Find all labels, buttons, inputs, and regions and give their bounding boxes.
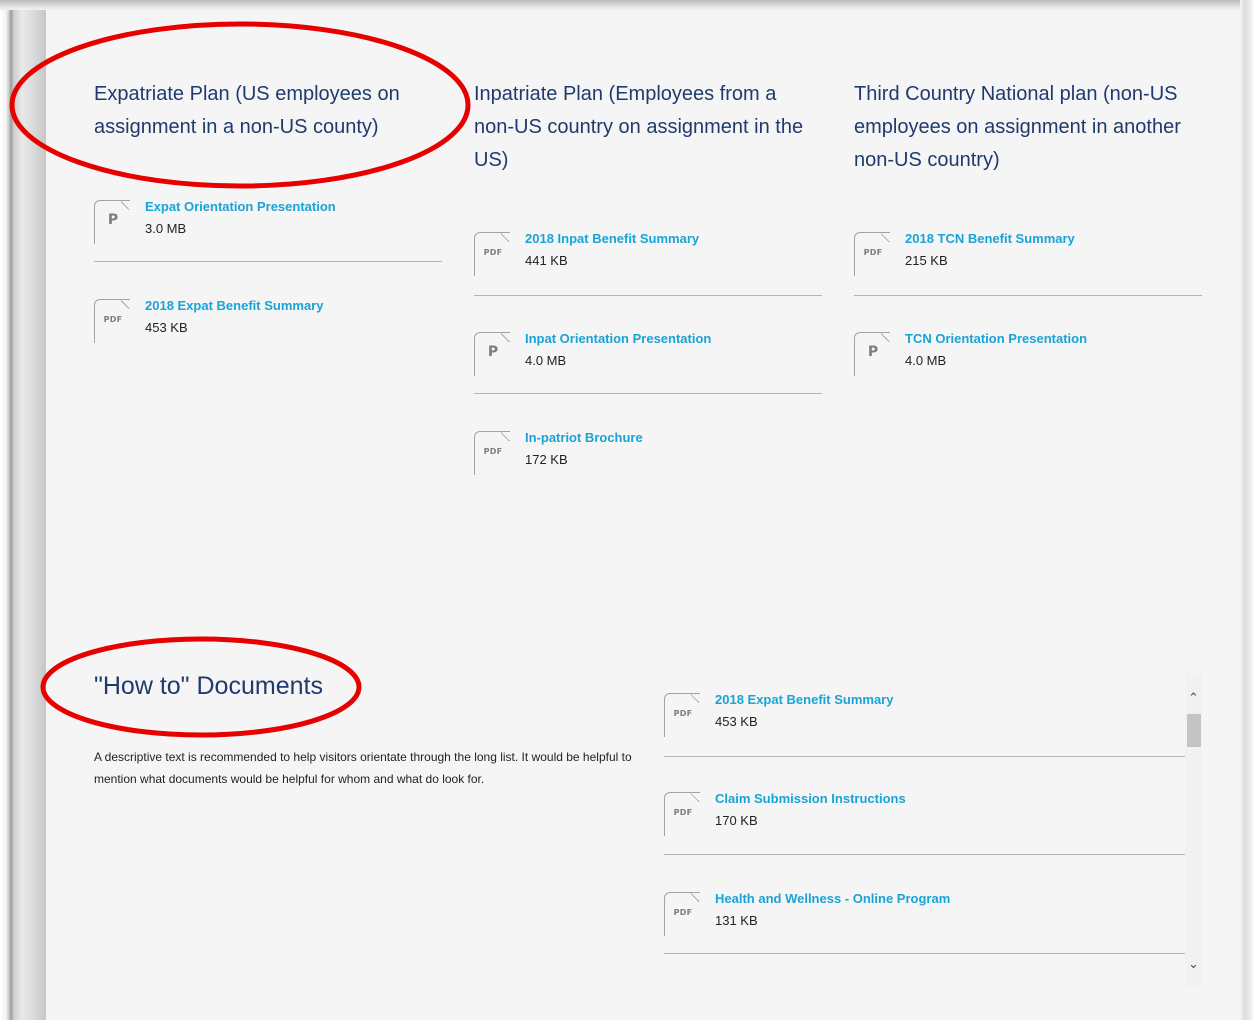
doc-link[interactable]: 2018 TCN Benefit Summary	[905, 231, 1075, 246]
doc-2018-tcn-benefit-summary[interactable]: PDF 2018 TCN Benefit Summary 215 KB	[854, 231, 1154, 276]
doc-size: 172 KB	[525, 452, 568, 467]
window-frame-left	[0, 0, 46, 1020]
doc-tcn-orientation-presentation[interactable]: P TCN Orientation Presentation 4.0 MB	[854, 331, 1154, 376]
pdf-file-icon: PDF	[664, 792, 700, 836]
doc-link[interactable]: 2018 Inpat Benefit Summary	[525, 231, 699, 246]
pdf-file-icon: PDF	[474, 431, 510, 475]
doc-size: 4.0 MB	[905, 353, 947, 368]
how-to-description: A descriptive text is recommended to hel…	[94, 750, 632, 786]
window-frame-right	[1240, 0, 1253, 1020]
doc-in-patriot-brochure[interactable]: PDF In-patriot Brochure 172 KB	[474, 430, 774, 475]
tcn-plan-heading: Third Country National plan (non-US empl…	[854, 83, 1181, 171]
scrollbar-thumb[interactable]	[1187, 714, 1201, 747]
doc-size: 215 KB	[905, 253, 948, 268]
doc-claim-submission-instructions[interactable]: PDF Claim Submission Instructions 170 KB	[664, 791, 984, 836]
doc-size: 170 KB	[715, 813, 758, 828]
doc-link[interactable]: 2018 Expat Benefit Summary	[145, 298, 323, 313]
doc-link[interactable]: In-patriot Brochure	[525, 430, 643, 445]
doc-size: 3.0 MB	[145, 221, 187, 236]
presentation-file-icon: P	[94, 200, 130, 244]
doc-expat-orientation-presentation[interactable]: P Expat Orientation Presentation 3.0 MB	[94, 199, 394, 244]
chevron-down-icon[interactable]: ⌄	[1185, 955, 1202, 972]
window-frame-top	[0, 0, 1253, 10]
doc-link[interactable]: Claim Submission Instructions	[715, 791, 906, 806]
doc-link[interactable]: 2018 Expat Benefit Summary	[715, 692, 893, 707]
doc-link[interactable]: Inpat Orientation Presentation	[525, 331, 711, 346]
doc-size: 4.0 MB	[525, 353, 567, 368]
doc-howto-2018-expat-benefit-summary[interactable]: PDF 2018 Expat Benefit Summary 453 KB	[664, 692, 984, 737]
pdf-file-icon: PDF	[664, 892, 700, 936]
divider	[474, 295, 822, 296]
presentation-file-icon: P	[854, 332, 890, 376]
doc-link[interactable]: Health and Wellness - Online Program	[715, 891, 950, 906]
pdf-file-icon: PDF	[474, 232, 510, 276]
doc-size: 441 KB	[525, 253, 568, 268]
doc-size: 453 KB	[715, 714, 758, 729]
divider	[474, 393, 822, 394]
inpatriate-plan-heading: Inpatriate Plan (Employees from a non-US…	[474, 83, 804, 171]
chevron-up-icon[interactable]: ⌃	[1185, 689, 1202, 706]
expatriate-plan-heading: Expatriate Plan (US employees on assignm…	[94, 83, 400, 138]
doc-health-and-wellness-online-program[interactable]: PDF Health and Wellness - Online Program…	[664, 891, 984, 936]
doc-size: 131 KB	[715, 913, 758, 928]
presentation-file-icon: P	[474, 332, 510, 376]
pdf-file-icon: PDF	[94, 299, 130, 343]
divider	[94, 261, 442, 262]
divider	[664, 854, 1185, 855]
doc-link[interactable]: TCN Orientation Presentation	[905, 331, 1087, 346]
divider	[664, 953, 1185, 954]
doc-2018-inpat-benefit-summary[interactable]: PDF 2018 Inpat Benefit Summary 441 KB	[474, 231, 774, 276]
pdf-file-icon: PDF	[854, 232, 890, 276]
doc-2018-expat-benefit-summary[interactable]: PDF 2018 Expat Benefit Summary 453 KB	[94, 298, 394, 343]
divider	[854, 295, 1202, 296]
doc-inpat-orientation-presentation[interactable]: P Inpat Orientation Presentation 4.0 MB	[474, 331, 774, 376]
divider	[664, 756, 1185, 757]
how-to-documents-title: "How to" Documents	[94, 672, 323, 700]
pdf-file-icon: PDF	[664, 693, 700, 737]
doc-size: 453 KB	[145, 320, 188, 335]
doc-link[interactable]: Expat Orientation Presentation	[145, 199, 336, 214]
